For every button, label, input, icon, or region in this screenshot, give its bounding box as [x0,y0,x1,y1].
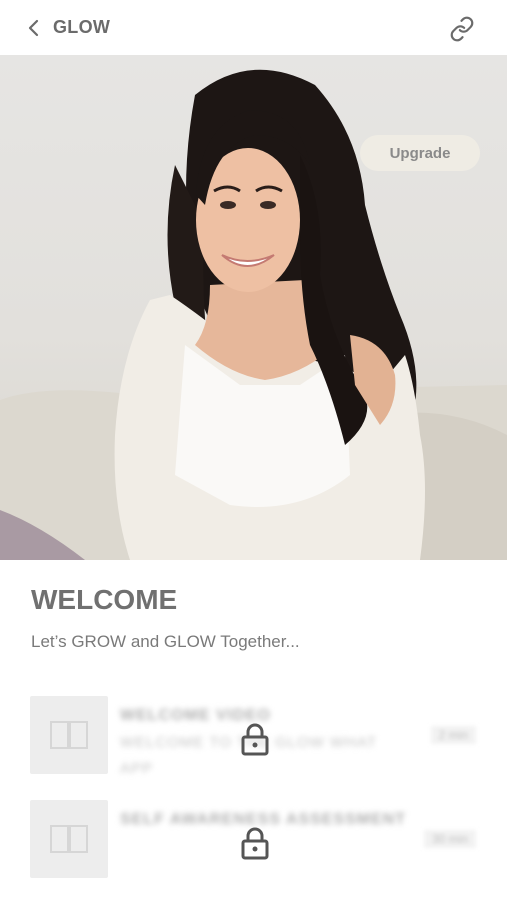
hero-image: Upgrade [0,55,507,560]
lesson-duration: 30 min [423,830,476,848]
lock-icon [241,827,269,860]
book-icon [50,721,88,749]
section-subtitle: Let’s GROW and GLOW Together... [31,632,300,651]
lesson-title: SELF AWARENESS ASSESSMENT [120,811,407,828]
lesson-item[interactable]: SELF AWARENESS ASSESSMENT 30 min [30,800,490,880]
section-title: WELCOME [31,584,178,615]
upgrade-button[interactable]: Upgrade [360,135,480,171]
lesson-thumbnail [30,800,108,878]
page-title: GLOW [53,17,111,37]
lesson-duration: 2 min [430,726,476,744]
link-icon [450,16,474,42]
chevron-left-icon [28,19,39,37]
book-icon [50,825,88,853]
lesson-item[interactable]: WELCOME VIDEO WELCOME TO THE GLOW WHAT A… [30,696,490,777]
app-header: GLOW [0,0,507,55]
lock-icon [241,723,269,756]
lesson-title: WELCOME VIDEO [120,707,271,724]
portrait-illustration [0,69,507,560]
lesson-thumbnail [30,696,108,774]
share-link-button[interactable] [447,14,477,44]
back-button[interactable] [20,14,48,42]
